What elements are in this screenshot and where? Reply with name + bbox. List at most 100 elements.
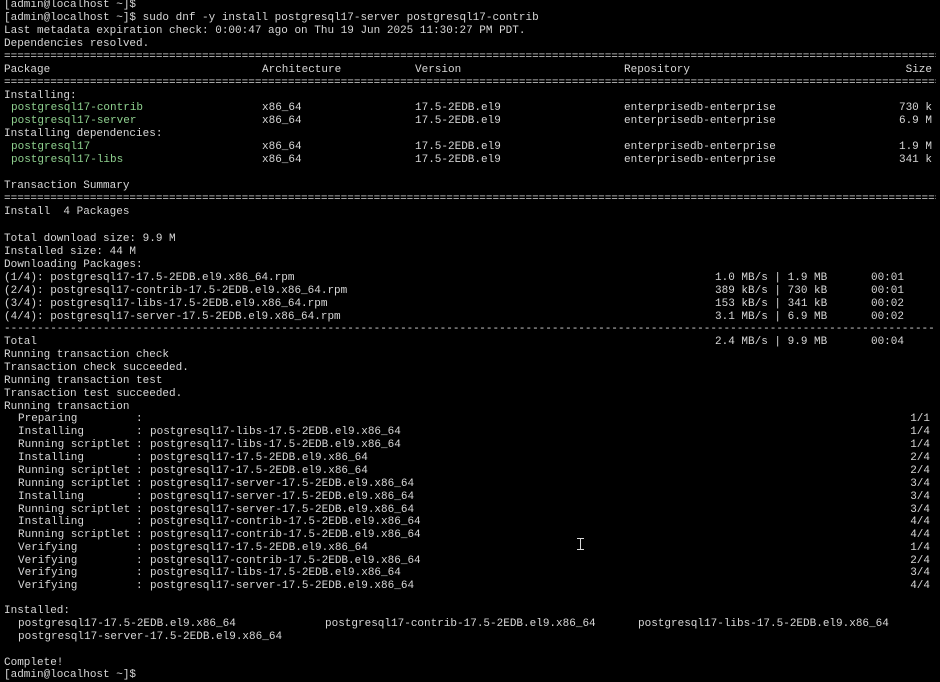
table-row-version: 17.5-2EDB.el9 bbox=[415, 141, 501, 153]
installed-size: Installed size: 44 M bbox=[4, 246, 137, 258]
double-rule: ========================================… bbox=[4, 77, 936, 89]
step-colon: : bbox=[136, 580, 143, 592]
step-action: Installing bbox=[18, 491, 85, 503]
deps-label: Installing dependencies: bbox=[4, 128, 163, 140]
table-row-version: 17.5-2EDB.el9 bbox=[415, 102, 501, 114]
step-progress: 4/4 bbox=[910, 529, 930, 541]
installed-item: postgresql17-server-17.5-2EDB.el9.x86_64 bbox=[18, 631, 283, 643]
step-target: postgresql17-17.5-2EDB.el9.x86_64 bbox=[150, 465, 368, 477]
step-progress: 3/4 bbox=[910, 567, 930, 579]
step-progress: 1/4 bbox=[910, 439, 930, 451]
download-file: (2/4): postgresql17-contrib-17.5-2EDB.el… bbox=[4, 285, 348, 297]
step-progress: 3/4 bbox=[910, 478, 930, 490]
step-action: Running scriptlet bbox=[18, 465, 131, 477]
step-action: Preparing bbox=[18, 413, 78, 425]
step-target: postgresql17-libs-17.5-2EDB.el9.x86_64 bbox=[150, 426, 401, 438]
downloading-label: Downloading Packages: bbox=[4, 259, 143, 271]
step-colon: : bbox=[136, 567, 143, 579]
installed-item: postgresql17-libs-17.5-2EDB.el9.x86_64 bbox=[638, 618, 889, 630]
transaction-summary: Transaction Summary bbox=[4, 180, 130, 192]
table-row-package: postgresql17-server bbox=[11, 115, 137, 127]
installed-item: postgresql17-contrib-17.5-2EDB.el9.x86_6… bbox=[325, 618, 596, 630]
download-file: (3/4): postgresql17-libs-17.5-2EDB.el9.x… bbox=[4, 298, 328, 310]
step-progress: 3/4 bbox=[910, 491, 930, 503]
step-target: postgresql17-17.5-2EDB.el9.x86_64 bbox=[150, 452, 368, 464]
install-count: Install 4 Packages bbox=[4, 206, 130, 218]
step-target: postgresql17-17.5-2EDB.el9.x86_64 bbox=[150, 542, 368, 554]
table-row-repo: enterprisedb-enterprise bbox=[624, 102, 776, 114]
table-row-package: postgresql17-contrib bbox=[11, 102, 144, 114]
table-row-size: 341 k bbox=[898, 154, 932, 166]
step-action: Running scriptlet bbox=[18, 478, 131, 490]
step-colon: : bbox=[136, 478, 143, 490]
header-architecture: Architecture bbox=[262, 64, 342, 76]
table-row-arch: x86_64 bbox=[262, 102, 302, 114]
terminal-window[interactable]: [admin@localhost ~]$ [admin@localhost ~]… bbox=[0, 0, 940, 681]
metadata-line: Last metadata expiration check: 0:00:47 … bbox=[4, 25, 526, 37]
double-rule: ========================================… bbox=[4, 51, 936, 63]
step-colon: : bbox=[136, 413, 143, 425]
table-row-arch: x86_64 bbox=[262, 141, 302, 153]
header-version: Version bbox=[415, 64, 462, 76]
step-colon: : bbox=[136, 491, 143, 503]
step-target: postgresql17-libs-17.5-2EDB.el9.x86_64 bbox=[150, 567, 401, 579]
step-action: Installing bbox=[18, 452, 85, 464]
command-line: [admin@localhost ~]$ sudo dnf -y install… bbox=[4, 12, 539, 24]
step-target: postgresql17-libs-17.5-2EDB.el9.x86_64 bbox=[150, 439, 401, 451]
header-size: Size bbox=[905, 64, 932, 76]
step-progress: 1/4 bbox=[910, 426, 930, 438]
step-progress: 1/1 bbox=[910, 413, 930, 425]
table-row-arch: x86_64 bbox=[262, 154, 302, 166]
table-row-version: 17.5-2EDB.el9 bbox=[415, 154, 501, 166]
download-rate: 153 kB/s | 341 kB bbox=[715, 298, 828, 310]
download-rate: 1.0 MB/s | 1.9 MB bbox=[715, 272, 828, 284]
step-action: Installing bbox=[18, 516, 85, 528]
installed-label: Installed: bbox=[4, 605, 71, 617]
download-time: 00:01 bbox=[870, 285, 904, 297]
step-progress: 4/4 bbox=[910, 516, 930, 528]
table-row-version: 17.5-2EDB.el9 bbox=[415, 115, 501, 127]
step-target: postgresql17-contrib-17.5-2EDB.el9.x86_6… bbox=[150, 516, 421, 528]
single-rule: ----------------------------------------… bbox=[4, 323, 936, 335]
step-action: Verifying bbox=[18, 567, 78, 579]
step-progress: 1/4 bbox=[910, 542, 930, 554]
table-row-size: 1.9 M bbox=[898, 141, 932, 153]
step-colon: : bbox=[136, 452, 143, 464]
step-action: Installing bbox=[18, 426, 85, 438]
total-label: Total bbox=[4, 336, 38, 348]
step-colon: : bbox=[136, 542, 143, 554]
step-action: Verifying bbox=[18, 542, 78, 554]
prompt-line: [admin@localhost ~]$ bbox=[4, 669, 137, 681]
step-target: postgresql17-server-17.5-2EDB.el9.x86_64 bbox=[150, 478, 415, 490]
step-colon: : bbox=[136, 426, 143, 438]
table-row-package: postgresql17-libs bbox=[11, 154, 124, 166]
text-cursor-icon bbox=[577, 538, 584, 550]
download-rate: 389 kB/s | 730 kB bbox=[715, 285, 828, 297]
table-row-size: 6.9 M bbox=[898, 115, 932, 127]
step-target: postgresql17-server-17.5-2EDB.el9.x86_64 bbox=[150, 491, 415, 503]
table-row-package: postgresql17 bbox=[11, 141, 91, 153]
table-row-repo: enterprisedb-enterprise bbox=[624, 141, 776, 153]
table-row-repo: enterprisedb-enterprise bbox=[624, 154, 776, 166]
step-progress: 2/4 bbox=[910, 465, 930, 477]
check-line: Running transaction check bbox=[4, 349, 170, 361]
step-colon: : bbox=[136, 529, 143, 541]
table-row-size: 730 k bbox=[898, 102, 932, 114]
step-colon: : bbox=[136, 516, 143, 528]
step-target: postgresql17-contrib-17.5-2EDB.el9.x86_6… bbox=[150, 529, 421, 541]
prompt-line: [admin@localhost ~]$ bbox=[4, 0, 137, 11]
step-colon: : bbox=[136, 465, 143, 477]
header-repository: Repository bbox=[624, 64, 691, 76]
total-rate: 2.4 MB/s | 9.9 MB bbox=[715, 336, 828, 348]
step-progress: 2/4 bbox=[910, 452, 930, 464]
installed-item: postgresql17-17.5-2EDB.el9.x86_64 bbox=[18, 618, 236, 630]
check-line: Running transaction test bbox=[4, 375, 163, 387]
table-row-repo: enterprisedb-enterprise bbox=[624, 115, 776, 127]
check-line: Transaction test succeeded. bbox=[4, 388, 183, 400]
deps-resolved-line: Dependencies resolved. bbox=[4, 38, 150, 50]
download-time: 00:02 bbox=[870, 298, 904, 310]
step-progress: 4/4 bbox=[910, 580, 930, 592]
step-action: Running scriptlet bbox=[18, 439, 131, 451]
download-time: 00:01 bbox=[870, 272, 904, 284]
total-time: 00:04 bbox=[870, 336, 904, 348]
